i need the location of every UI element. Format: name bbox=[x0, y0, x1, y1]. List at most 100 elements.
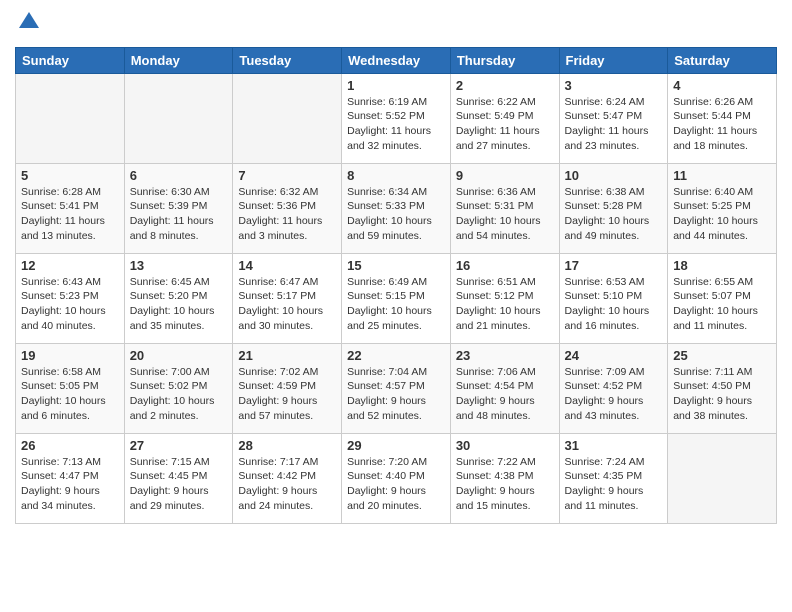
day-number: 16 bbox=[456, 258, 554, 273]
calendar-cell bbox=[124, 73, 233, 163]
calendar-cell: 7 Sunrise: 6:32 AMSunset: 5:36 PMDaylight… bbox=[233, 163, 342, 253]
day-info: Sunrise: 6:53 AMSunset: 5:10 PMDaylight:… bbox=[565, 275, 663, 334]
calendar-cell: 28Sunrise: 7:17 AMSunset: 4:42 PMDayligh… bbox=[233, 433, 342, 523]
weekday-header-friday: Friday bbox=[559, 47, 668, 73]
week-row-4: 19 Sunrise: 6:58 AMSunset: 5:05 PMDayligh… bbox=[16, 343, 777, 433]
day-number: 18 bbox=[673, 258, 771, 273]
day-info: Sunrise: 6:26 AMSunset: 5:44 PMDaylight:… bbox=[673, 95, 771, 154]
calendar-cell: 5Sunrise: 6:28 AMSunset: 5:41 PMDaylight… bbox=[16, 163, 125, 253]
weekday-header-wednesday: Wednesday bbox=[342, 47, 451, 73]
day-info: Sunrise: 7:24 AMSunset: 4:35 PMDaylight:… bbox=[565, 455, 663, 514]
weekday-header-thursday: Thursday bbox=[450, 47, 559, 73]
calendar-cell: 27 Sunrise: 7:15 AMSunset: 4:45 PMDayligh… bbox=[124, 433, 233, 523]
calendar-cell: 16 Sunrise: 6:51 AMSunset: 5:12 PMDayligh… bbox=[450, 253, 559, 343]
day-number: 12 bbox=[21, 258, 119, 273]
weekday-header-tuesday: Tuesday bbox=[233, 47, 342, 73]
calendar-cell: 10 Sunrise: 6:38 AMSunset: 5:28 PMDayligh… bbox=[559, 163, 668, 253]
day-info: Sunrise: 6:49 AMSunset: 5:15 PMDaylight:… bbox=[347, 275, 445, 334]
day-number: 20 bbox=[130, 348, 228, 363]
calendar-cell: 20 Sunrise: 7:00 AMSunset: 5:02 PMDayligh… bbox=[124, 343, 233, 433]
day-number: 21 bbox=[238, 348, 336, 363]
calendar-cell: 22 Sunrise: 7:04 AMSunset: 4:57 PMDayligh… bbox=[342, 343, 451, 433]
logo bbox=[15, 10, 41, 39]
calendar-cell bbox=[233, 73, 342, 163]
day-number: 26 bbox=[21, 438, 119, 453]
day-number: 23 bbox=[456, 348, 554, 363]
day-info: Sunrise: 6:43 AMSunset: 5:23 PMDaylight:… bbox=[21, 275, 119, 334]
day-number: 28 bbox=[238, 438, 336, 453]
day-info: Sunrise: 7:00 AMSunset: 5:02 PMDaylight:… bbox=[130, 365, 228, 424]
day-number: 19 bbox=[21, 348, 119, 363]
day-info: Sunrise: 6:47 AMSunset: 5:17 PMDaylight:… bbox=[238, 275, 336, 334]
calendar-cell: 29Sunrise: 7:20 AMSunset: 4:40 PMDayligh… bbox=[342, 433, 451, 523]
day-number: 8 bbox=[347, 168, 445, 183]
day-info: Sunrise: 7:06 AMSunset: 4:54 PMDaylight:… bbox=[456, 365, 554, 424]
day-info: Sunrise: 7:20 AMSunset: 4:40 PMDaylight:… bbox=[347, 455, 445, 514]
day-number: 4 bbox=[673, 78, 771, 93]
week-row-1: 1 Sunrise: 6:19 AMSunset: 5:52 PMDaylight… bbox=[16, 73, 777, 163]
day-number: 1 bbox=[347, 78, 445, 93]
day-info: Sunrise: 7:09 AMSunset: 4:52 PMDaylight:… bbox=[565, 365, 663, 424]
day-info: Sunrise: 6:34 AMSunset: 5:33 PMDaylight:… bbox=[347, 185, 445, 244]
calendar-cell: 1 Sunrise: 6:19 AMSunset: 5:52 PMDaylight… bbox=[342, 73, 451, 163]
calendar-cell bbox=[16, 73, 125, 163]
calendar-cell: 17 Sunrise: 6:53 AMSunset: 5:10 PMDayligh… bbox=[559, 253, 668, 343]
day-number: 11 bbox=[673, 168, 771, 183]
calendar-cell: 15 Sunrise: 6:49 AMSunset: 5:15 PMDayligh… bbox=[342, 253, 451, 343]
day-info: Sunrise: 6:36 AMSunset: 5:31 PMDaylight:… bbox=[456, 185, 554, 244]
calendar-cell bbox=[668, 433, 777, 523]
day-number: 22 bbox=[347, 348, 445, 363]
week-row-3: 12 Sunrise: 6:43 AMSunset: 5:23 PMDayligh… bbox=[16, 253, 777, 343]
day-info: Sunrise: 7:02 AMSunset: 4:59 PMDaylight:… bbox=[238, 365, 336, 424]
calendar-cell: 13 Sunrise: 6:45 AMSunset: 5:20 PMDayligh… bbox=[124, 253, 233, 343]
day-info: Sunrise: 6:22 AMSunset: 5:49 PMDaylight:… bbox=[456, 95, 554, 154]
weekday-header-saturday: Saturday bbox=[668, 47, 777, 73]
calendar-cell: 6Sunrise: 6:30 AMSunset: 5:39 PMDaylight… bbox=[124, 163, 233, 253]
day-number: 27 bbox=[130, 438, 228, 453]
weekday-header-sunday: Sunday bbox=[16, 47, 125, 73]
day-number: 9 bbox=[456, 168, 554, 183]
day-number: 17 bbox=[565, 258, 663, 273]
calendar-cell: 24Sunrise: 7:09 AMSunset: 4:52 PMDayligh… bbox=[559, 343, 668, 433]
day-info: Sunrise: 6:55 AMSunset: 5:07 PMDaylight:… bbox=[673, 275, 771, 334]
day-info: Sunrise: 6:38 AMSunset: 5:28 PMDaylight:… bbox=[565, 185, 663, 244]
day-number: 10 bbox=[565, 168, 663, 183]
calendar-cell: 26 Sunrise: 7:13 AMSunset: 4:47 PMDayligh… bbox=[16, 433, 125, 523]
calendar-cell: 30 Sunrise: 7:22 AMSunset: 4:38 PMDayligh… bbox=[450, 433, 559, 523]
calendar-cell: 4 Sunrise: 6:26 AMSunset: 5:44 PMDaylight… bbox=[668, 73, 777, 163]
page-container: SundayMondayTuesdayWednesdayThursdayFrid… bbox=[0, 0, 792, 534]
day-info: Sunrise: 7:22 AMSunset: 4:38 PMDaylight:… bbox=[456, 455, 554, 514]
day-number: 5 bbox=[21, 168, 119, 183]
calendar-cell: 18 Sunrise: 6:55 AMSunset: 5:07 PMDayligh… bbox=[668, 253, 777, 343]
header bbox=[15, 10, 777, 39]
calendar-cell: 31 Sunrise: 7:24 AMSunset: 4:35 PMDayligh… bbox=[559, 433, 668, 523]
weekday-header-row: SundayMondayTuesdayWednesdayThursdayFrid… bbox=[16, 47, 777, 73]
day-info: Sunrise: 7:11 AMSunset: 4:50 PMDaylight:… bbox=[673, 365, 771, 424]
logo-icon bbox=[17, 10, 41, 34]
calendar-cell: 2Sunrise: 6:22 AMSunset: 5:49 PMDaylight… bbox=[450, 73, 559, 163]
day-number: 15 bbox=[347, 258, 445, 273]
day-info: Sunrise: 6:58 AMSunset: 5:05 PMDaylight:… bbox=[21, 365, 119, 424]
week-row-5: 26 Sunrise: 7:13 AMSunset: 4:47 PMDayligh… bbox=[16, 433, 777, 523]
day-info: Sunrise: 6:45 AMSunset: 5:20 PMDaylight:… bbox=[130, 275, 228, 334]
day-info: Sunrise: 7:15 AMSunset: 4:45 PMDaylight:… bbox=[130, 455, 228, 514]
day-info: Sunrise: 6:40 AMSunset: 5:25 PMDaylight:… bbox=[673, 185, 771, 244]
day-number: 31 bbox=[565, 438, 663, 453]
day-info: Sunrise: 6:19 AMSunset: 5:52 PMDaylight:… bbox=[347, 95, 445, 154]
day-info: Sunrise: 7:13 AMSunset: 4:47 PMDaylight:… bbox=[21, 455, 119, 514]
day-number: 14 bbox=[238, 258, 336, 273]
weekday-header-monday: Monday bbox=[124, 47, 233, 73]
day-info: Sunrise: 6:32 AMSunset: 5:36 PMDaylight:… bbox=[238, 185, 336, 244]
day-info: Sunrise: 7:04 AMSunset: 4:57 PMDaylight:… bbox=[347, 365, 445, 424]
day-number: 13 bbox=[130, 258, 228, 273]
day-number: 7 bbox=[238, 168, 336, 183]
calendar-cell: 14 Sunrise: 6:47 AMSunset: 5:17 PMDayligh… bbox=[233, 253, 342, 343]
calendar-cell: 3Sunrise: 6:24 AMSunset: 5:47 PMDaylight… bbox=[559, 73, 668, 163]
day-info: Sunrise: 6:51 AMSunset: 5:12 PMDaylight:… bbox=[456, 275, 554, 334]
week-row-2: 5Sunrise: 6:28 AMSunset: 5:41 PMDaylight… bbox=[16, 163, 777, 253]
day-info: Sunrise: 6:24 AMSunset: 5:47 PMDaylight:… bbox=[565, 95, 663, 154]
day-number: 30 bbox=[456, 438, 554, 453]
calendar-cell: 25Sunrise: 7:11 AMSunset: 4:50 PMDayligh… bbox=[668, 343, 777, 433]
calendar-table: SundayMondayTuesdayWednesdayThursdayFrid… bbox=[15, 47, 777, 524]
day-info: Sunrise: 6:30 AMSunset: 5:39 PMDaylight:… bbox=[130, 185, 228, 244]
